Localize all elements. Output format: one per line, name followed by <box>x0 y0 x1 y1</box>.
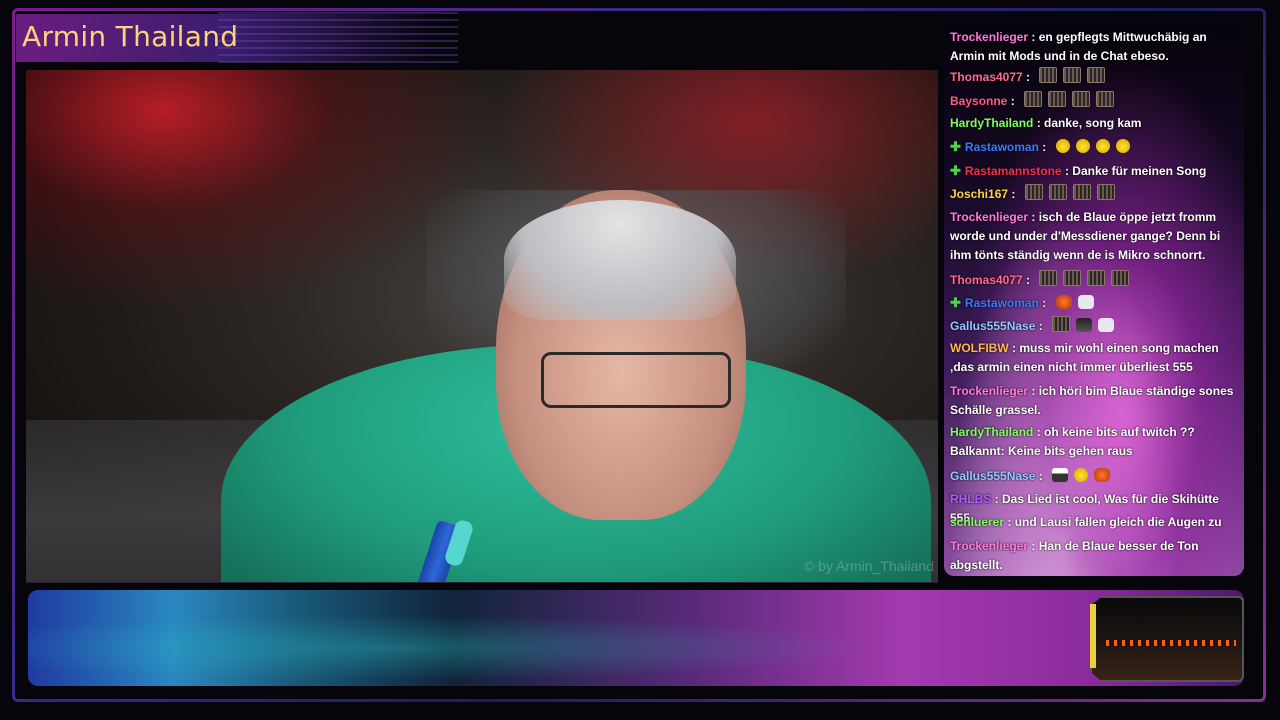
chat-message: HardyThailand : oh keine bits auf twitch… <box>950 423 1240 461</box>
chat-separator: : <box>1022 70 1034 84</box>
gate-emote-icon <box>1096 184 1115 200</box>
fox-emote-icon <box>1055 295 1072 309</box>
chat-separator: : <box>1028 30 1039 44</box>
chat-message: Thomas4077 : <box>950 270 1240 290</box>
chat-text: danke, song kam <box>1044 116 1142 130</box>
chat-username[interactable]: HardyThailand <box>950 425 1033 439</box>
chat-separator: : <box>991 492 1003 506</box>
yellow-emote-icon <box>1074 468 1089 482</box>
yellow-emote-icon <box>1055 139 1070 153</box>
fox-emote-icon <box>1094 468 1111 482</box>
gate-emote-icon <box>1024 91 1043 107</box>
gate-emote-icon <box>1096 91 1115 107</box>
chat-message: Thomas4077 : <box>950 67 1240 87</box>
webcam-video[interactable]: © by Armin_Thailand <box>26 70 938 583</box>
yellow-emote-icon <box>1075 139 1090 153</box>
gate-emote-icon <box>1063 67 1082 83</box>
chat-text: und Lausi fallen gleich die Augen zu <box>1014 515 1222 529</box>
chat-separator: : <box>1028 384 1039 398</box>
subscriber-badge-icon: ✚ <box>950 295 961 310</box>
streamer-hair <box>504 200 736 320</box>
chat-separator: : <box>1061 164 1073 178</box>
gate-emote-icon <box>1024 184 1043 200</box>
chat-separator: : <box>1028 210 1039 224</box>
gate-emote-icon <box>1039 270 1058 286</box>
chat-separator: : <box>1004 515 1015 529</box>
yellow-emote-icon <box>1115 139 1130 153</box>
chat-separator: : <box>1035 319 1047 333</box>
chat-message: Trockenlieger : Han de Blaue besser de T… <box>950 537 1240 575</box>
subscriber-badge-icon: ✚ <box>950 163 961 178</box>
chat-message: ✚ Rastawoman : <box>950 293 1240 313</box>
chat-username[interactable]: WOLFIBW <box>950 341 1009 355</box>
chat-message: schluerer : und Lausi fallen gleich die … <box>950 513 1240 532</box>
chat-message: Joschi167 : <box>950 184 1240 204</box>
chat-username[interactable]: Gallus555Nase <box>950 319 1035 333</box>
chat-username[interactable]: Rastamannstone <box>965 164 1062 178</box>
preview-lights <box>1106 640 1236 646</box>
chat-username[interactable]: Trockenlieger <box>950 539 1028 553</box>
chat-username[interactable]: Baysonne <box>950 94 1007 108</box>
chat-separator: : <box>1033 116 1045 130</box>
chat-separator: : <box>1033 425 1045 439</box>
gate-emote-icon <box>1111 270 1130 286</box>
chat-separator: : <box>1022 273 1034 287</box>
gate-emote-icon <box>1048 184 1067 200</box>
gate-emote-icon <box>1072 184 1091 200</box>
chat-message: ✚ Rastamannstone : Danke für meinen Song <box>950 161 1240 181</box>
gate-emote-icon <box>1048 91 1067 107</box>
chat-message: Trockenlieger : en gepflegts Mittwuchäbi… <box>950 30 1240 66</box>
preview-accent <box>1090 604 1096 668</box>
video-watermark: © by Armin_Thailand <box>803 558 934 574</box>
yellow-emote-icon <box>1095 139 1110 153</box>
subscriber-badge-icon: ✚ <box>950 139 961 154</box>
chat-separator: : <box>1038 296 1050 310</box>
chat-text: Danke für meinen Song <box>1072 164 1207 178</box>
gate-emote-icon <box>1063 270 1082 286</box>
chat-message: HardyThailand : danke, song kam <box>950 114 1240 133</box>
gate-emote-icon <box>1052 316 1071 332</box>
chat-username[interactable]: RHLBS <box>950 492 991 506</box>
chat-username[interactable]: Thomas4077 <box>950 70 1023 84</box>
chat-message: ✚ Rastawoman : <box>950 137 1240 157</box>
chat-panel[interactable]: Trockenlieger : en gepflegts Mittwuchäbi… <box>944 30 1244 576</box>
chat-separator: : <box>1007 94 1019 108</box>
chat-separator: : <box>1035 469 1047 483</box>
chat-username[interactable]: schluerer <box>950 515 1004 529</box>
chat-message: Gallus555Nase : <box>950 467 1240 486</box>
chat-username[interactable]: Joschi167 <box>950 187 1008 201</box>
penguin-emote-icon <box>1052 468 1069 482</box>
chat-username[interactable]: Trockenlieger <box>950 384 1028 398</box>
chat-username[interactable]: Trockenlieger <box>950 30 1028 44</box>
chat-separator: : <box>1038 140 1050 154</box>
glasses-emo-emote-icon <box>1076 318 1093 332</box>
white-emote-icon <box>1098 318 1115 332</box>
chat-message: Baysonne : <box>950 91 1240 111</box>
chat-message: Gallus555Nase : <box>950 316 1240 336</box>
streamer-glasses <box>541 352 731 408</box>
chat-separator: : <box>1008 187 1019 201</box>
chat-separator: : <box>1008 341 1020 355</box>
chat-username[interactable]: Trockenlieger <box>950 210 1028 224</box>
chat-message: Trockenlieger : isch de Blaue öppe jetzt… <box>950 208 1240 265</box>
gate-emote-icon <box>1087 270 1106 286</box>
channel-title: Armin Thailand <box>22 20 239 53</box>
gate-emote-icon <box>1072 91 1091 107</box>
chat-message: WOLFIBW : muss mir wohl einen song mache… <box>950 339 1240 377</box>
gate-emote-icon <box>1087 67 1106 83</box>
white-emote-icon <box>1077 295 1094 309</box>
title-decoration <box>218 12 458 64</box>
chat-separator: : <box>1028 539 1039 553</box>
chat-username[interactable]: Rastawoman <box>965 296 1039 310</box>
gate-emote-icon <box>1039 67 1058 83</box>
chat-username[interactable]: HardyThailand <box>950 116 1033 130</box>
chat-username[interactable]: Gallus555Nase <box>950 469 1035 483</box>
preview-thumbnail <box>1090 596 1244 682</box>
chat-message: Trockenlieger : ich höri bim Blaue ständ… <box>950 382 1240 420</box>
chat-username[interactable]: Rastawoman <box>965 140 1039 154</box>
bottom-banner <box>28 590 1244 686</box>
chat-username[interactable]: Thomas4077 <box>950 273 1023 287</box>
